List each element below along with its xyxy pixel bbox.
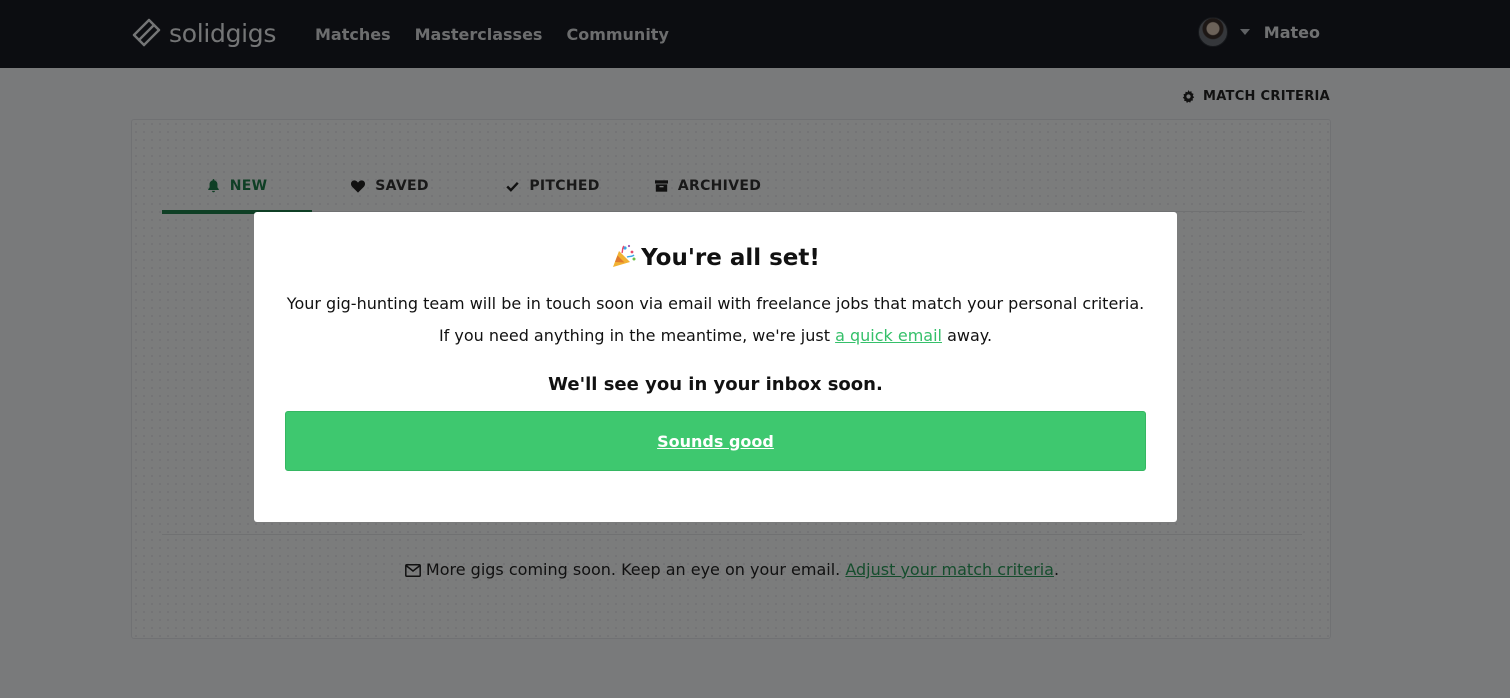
- modal-help-after: away.: [947, 326, 993, 345]
- modal-message: Your gig-hunting team will be in touch s…: [286, 294, 1145, 313]
- modal-help-line: If you need anything in the meantime, we…: [254, 326, 1177, 345]
- modal-help-before: If you need anything in the meantime, we…: [438, 326, 830, 345]
- party-popper-icon: [613, 244, 636, 267]
- modal-subtitle: We'll see you in your inbox soon.: [548, 374, 883, 395]
- modal-title: You're all set!: [254, 244, 1177, 271]
- modal-title-text: You're all set!: [641, 245, 820, 271]
- quick-email-link[interactable]: a quick email: [835, 326, 942, 345]
- confirmation-modal: You're all set! Your gig-hunting team wi…: [254, 212, 1177, 522]
- sounds-good-button[interactable]: Sounds good: [285, 411, 1146, 471]
